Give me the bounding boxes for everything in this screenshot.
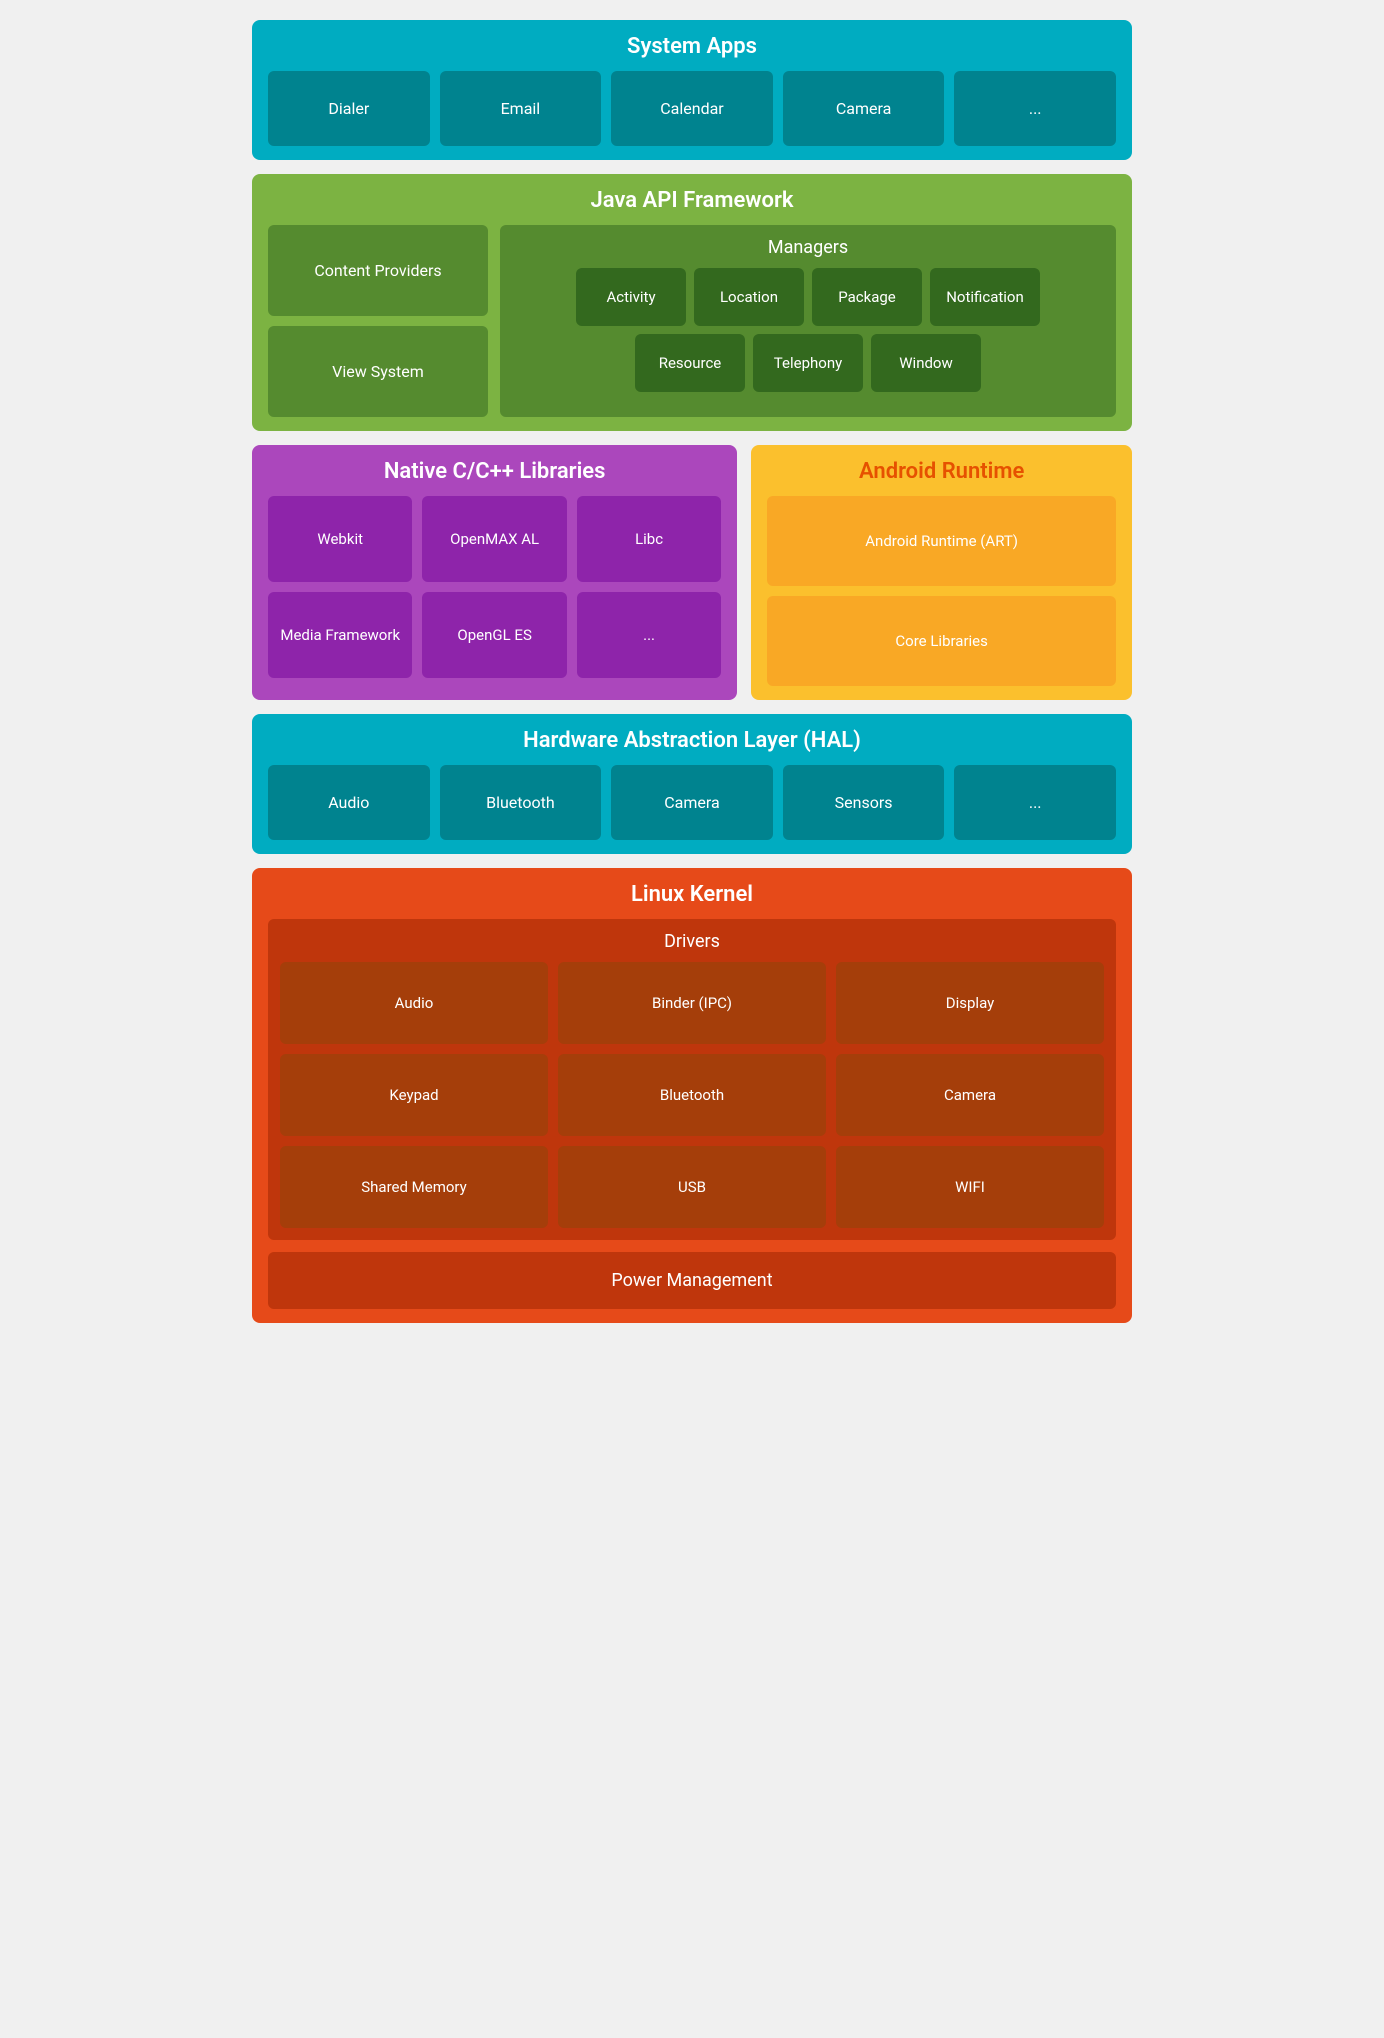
list-item: Activity [576, 268, 686, 326]
list-item: Audio [280, 962, 548, 1044]
system-apps-title: System Apps [268, 34, 1116, 59]
list-item: Telephony [753, 334, 863, 392]
list-item: ... [577, 592, 721, 678]
java-api-layer: Java API Framework Content Providers Vie… [252, 174, 1132, 431]
list-item: Libc [577, 496, 721, 582]
list-item: Sensors [783, 765, 945, 840]
hal-title: Hardware Abstraction Layer (HAL) [268, 728, 1116, 753]
list-item: Location [694, 268, 804, 326]
hal-grid: Audio Bluetooth Camera Sensors ... [268, 765, 1116, 840]
list-item: Bluetooth [558, 1054, 826, 1136]
managers-box: Managers Activity Location Package Notif… [500, 225, 1116, 417]
linux-kernel-layer: Linux Kernel Drivers Audio Binder (IPC) … [252, 868, 1132, 1323]
system-apps-grid: Dialer Email Calendar Camera ... [268, 71, 1116, 146]
drivers-box: Drivers Audio Binder (IPC) Display Keypa… [268, 919, 1116, 1240]
android-runtime-title: Android Runtime [767, 459, 1116, 484]
android-runtime-layer: Android Runtime Android Runtime (ART) Co… [751, 445, 1132, 700]
hal-layer: Hardware Abstraction Layer (HAL) Audio B… [252, 714, 1132, 854]
system-apps-layer: System Apps Dialer Email Calendar Camera… [252, 20, 1132, 160]
list-item: View System [268, 326, 488, 417]
list-item: USB [558, 1146, 826, 1228]
java-api-title: Java API Framework [268, 188, 1116, 213]
list-item: Content Providers [268, 225, 488, 316]
list-item: ... [954, 71, 1116, 146]
managers-grid: Activity Location Package Notification R… [512, 268, 1104, 392]
list-item: Binder (IPC) [558, 962, 826, 1044]
native-libs-title: Native C/C++ Libraries [268, 459, 721, 484]
power-management: Power Management [268, 1252, 1116, 1309]
list-item: WIFI [836, 1146, 1104, 1228]
java-api-inner: Content Providers View System Managers A… [268, 225, 1116, 417]
list-item: Webkit [268, 496, 412, 582]
list-item: Resource [635, 334, 745, 392]
drivers-grid: Audio Binder (IPC) Display Keypad Blueto… [280, 962, 1104, 1228]
list-item: Bluetooth [440, 765, 602, 840]
list-item: Shared Memory [280, 1146, 548, 1228]
list-item: Window [871, 334, 981, 392]
java-api-left: Content Providers View System [268, 225, 488, 417]
runtime-grid: Android Runtime (ART) Core Libraries [767, 496, 1116, 686]
list-item: Email [440, 71, 602, 146]
list-item: Camera [836, 1054, 1104, 1136]
native-libs-layer: Native C/C++ Libraries Webkit OpenMAX AL… [252, 445, 737, 700]
list-item: Notification [930, 268, 1040, 326]
list-item: OpenGL ES [422, 592, 566, 678]
list-item: ... [954, 765, 1116, 840]
list-item: Dialer [268, 71, 430, 146]
native-libs-grid: Webkit OpenMAX AL Libc Media Framework O… [268, 496, 721, 678]
list-item: Camera [783, 71, 945, 146]
list-item: Audio [268, 765, 430, 840]
list-item: Core Libraries [767, 596, 1116, 686]
managers-title: Managers [512, 237, 1104, 258]
linux-kernel-title: Linux Kernel [268, 882, 1116, 907]
list-item: Media Framework [268, 592, 412, 678]
list-item: Camera [611, 765, 773, 840]
middle-row: Native C/C++ Libraries Webkit OpenMAX AL… [252, 445, 1132, 700]
managers-row-2: Resource Telephony Window [512, 334, 1104, 392]
list-item: Display [836, 962, 1104, 1044]
drivers-title: Drivers [280, 931, 1104, 952]
list-item: Calendar [611, 71, 773, 146]
list-item: Keypad [280, 1054, 548, 1136]
list-item: Package [812, 268, 922, 326]
list-item: Android Runtime (ART) [767, 496, 1116, 586]
list-item: OpenMAX AL [422, 496, 566, 582]
managers-row-1: Activity Location Package Notification [512, 268, 1104, 326]
